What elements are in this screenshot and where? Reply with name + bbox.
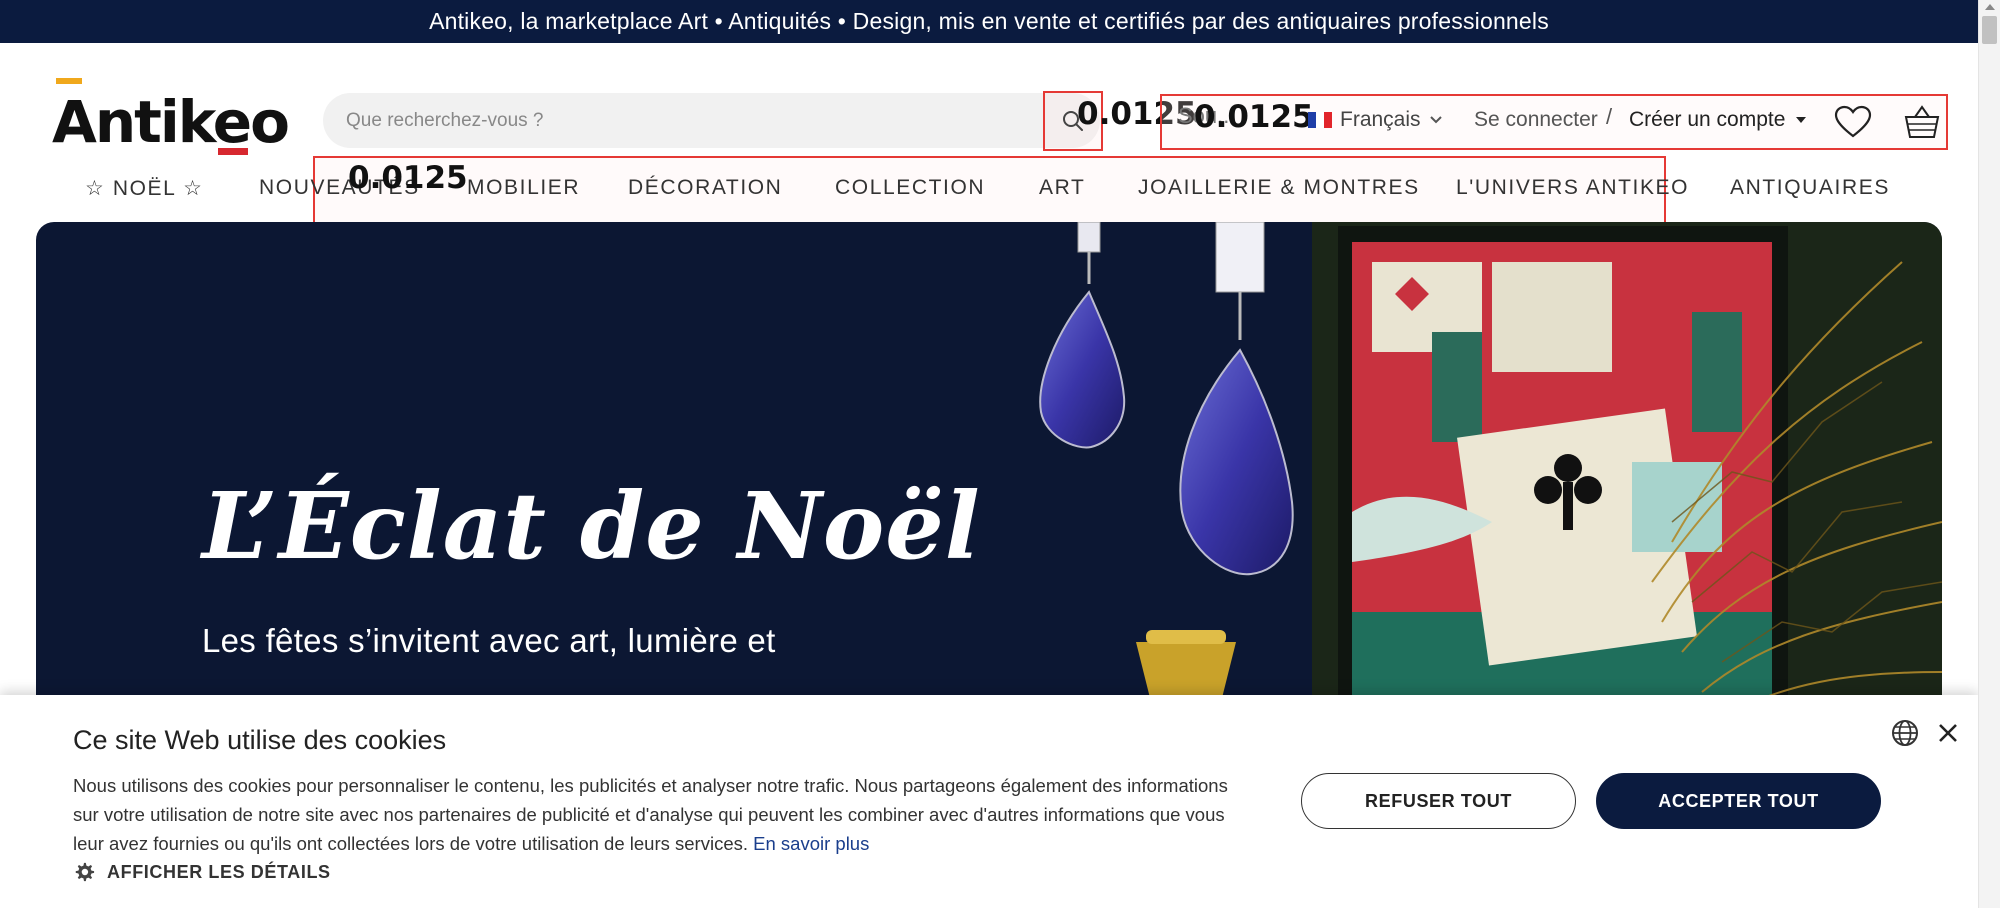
show-details-label: AFFICHER LES DÉTAILS (107, 861, 331, 882)
close-cookie-button[interactable] (1932, 717, 1964, 749)
scrollbar-thumb[interactable] (1982, 16, 1997, 44)
announcement-bar: Antikeo, la marketplace Art • Antiquités… (0, 0, 1978, 43)
cookie-description: Nous utilisons des cookies pour personna… (73, 771, 1243, 858)
register-label: Créer un compte (1629, 108, 1786, 131)
show-details-toggle[interactable]: AFFICHER LES DÉTAILS (73, 861, 331, 883)
language-globe-button[interactable] (1889, 717, 1921, 749)
scroll-up-arrow-icon[interactable] (1985, 4, 1995, 10)
basket-icon (1904, 105, 1940, 138)
hero-subtitle: Les fêtes s’invitent avec art, lumière e… (202, 622, 776, 659)
learn-more-link[interactable]: En savoir plus (753, 833, 869, 854)
wishlist-button[interactable] (1832, 102, 1874, 142)
nav-item-joaillerie[interactable]: JOAILLERIE & MONTRES (1138, 176, 1420, 200)
register-link[interactable]: Créer un compte (1629, 108, 1807, 132)
cart-button[interactable] (1900, 100, 1944, 144)
language-label: Français (1340, 108, 1421, 131)
globe-icon (1892, 720, 1918, 746)
antikeo-logo[interactable]: Antikeo (52, 78, 290, 158)
accept-all-button[interactable]: ACCEPTER TOUT (1596, 773, 1881, 829)
login-link[interactable]: Se connecter (1474, 108, 1598, 132)
cookie-title: Ce site Web utilise des cookies (73, 725, 447, 755)
logo-accent-top (56, 78, 82, 84)
logo-text: Antikeo (52, 88, 290, 156)
gear-icon (75, 862, 95, 882)
cookie-description-text: Nous utilisons des cookies pour personna… (73, 775, 1228, 854)
header-tools-annotation: 0.0125 (1194, 99, 1314, 135)
page-scrollbar[interactable] (1978, 0, 2000, 908)
nav-item-decoration[interactable]: DÉCORATION (628, 176, 782, 200)
caret-down-icon (1796, 117, 1807, 123)
close-icon (1939, 724, 1957, 742)
login-separator: / (1606, 104, 1613, 129)
refuse-all-button[interactable]: REFUSER TOUT (1301, 773, 1576, 829)
search-input[interactable] (323, 93, 1100, 148)
chevron-down-icon (1429, 116, 1442, 124)
nav-item-collection[interactable]: COLLECTION (835, 176, 985, 200)
france-flag-icon (1308, 112, 1332, 128)
search-bar (323, 93, 1100, 148)
logo-accent-bottom (218, 148, 248, 155)
earrings-image (1039, 222, 1294, 702)
nav-item-antiquaires[interactable]: ANTIQUAIRES (1730, 176, 1890, 200)
nav-item-art[interactable]: ART (1039, 176, 1085, 200)
announcement-text: Antikeo, la marketplace Art • Antiquités… (429, 8, 1549, 34)
heart-icon (1834, 105, 1872, 138)
nav-annotation: 0.0125 (348, 160, 468, 196)
nav-item-noel[interactable]: ☆ NOËL ☆ (85, 176, 204, 201)
language-selector[interactable]: Français (1308, 108, 1443, 132)
nav-item-mobilier[interactable]: MOBILIER (467, 176, 580, 200)
hero-title: L’Éclat de Noël (202, 472, 981, 580)
nav-item-univers[interactable]: L'UNIVERS ANTIKEO (1456, 176, 1689, 200)
